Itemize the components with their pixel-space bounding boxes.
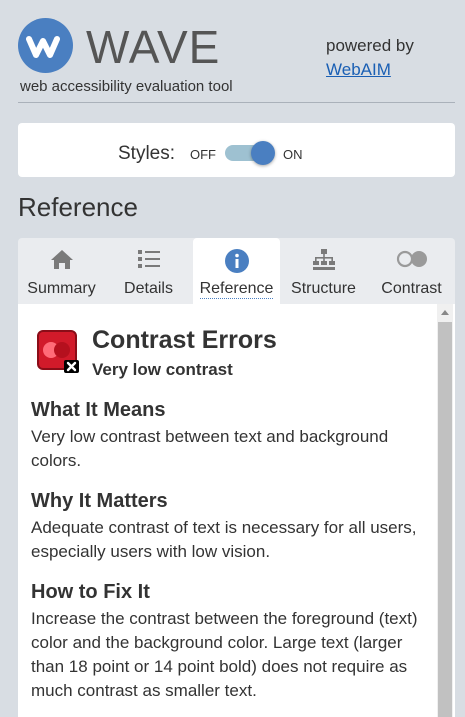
toggle-knob[interactable] [251,141,275,165]
scrollbar[interactable] [437,304,453,717]
reference-subtitle: Very low contrast [92,360,233,379]
powered-by-text: powered by [326,36,414,55]
styles-toggle-card: Styles: OFF ON [18,123,455,177]
hierarchy-icon [311,248,337,277]
contrast-error-icon [37,330,79,373]
what-it-means-text: Very low contrast between text and backg… [31,427,389,470]
styles-label: Styles: [118,143,176,164]
how-to-fix-text: Increase the contrast between the foregr… [31,609,418,700]
tab-structure-label: Structure [291,280,356,297]
tab-details[interactable]: Details [105,238,192,304]
why-it-matters-heading: Why It Matters [31,490,168,512]
tab-summary-label: Summary [27,280,96,297]
reference-title: Contrast Errors [92,326,277,354]
how-to-fix-heading: How to Fix It [31,581,150,603]
home-icon [49,248,75,275]
tab-structure[interactable]: Structure [280,238,367,304]
toggle-on-label: ON [283,147,303,162]
scrollbar-thumb[interactable] [438,322,452,717]
why-it-matters-text: Adequate contrast of text is necessary f… [31,518,417,561]
tab-reference[interactable]: Reference [193,238,280,304]
header-divider [18,102,455,103]
tab-reference-text: Reference [199,280,274,299]
logo-text: WAVE [86,21,221,73]
header: WAVE web accessibility evaluation tool p… [0,0,465,103]
what-it-means-heading: What It Means [31,399,166,421]
tab-contrast[interactable]: Contrast [368,238,455,304]
tab-details-label: Details [124,280,173,297]
webaim-link[interactable]: WebAIM [326,60,391,80]
info-icon [224,248,250,279]
tab-contrast-label: Contrast [381,280,442,297]
reference-panel: Contrast Errors Very low contrast What I… [18,304,455,717]
styles-toggle-switch[interactable] [225,141,275,165]
page-title: Reference [18,192,138,222]
panel-tabs: Summary Details Reference Structure Cont… [18,238,455,304]
tab-reference-label: Reference [193,280,280,299]
wave-logo-icon [18,18,73,73]
tab-summary[interactable]: Summary [18,238,105,304]
tagline: web accessibility evaluation tool [20,78,233,95]
scroll-up-arrow-icon[interactable] [441,310,449,315]
contrast-icon [395,248,429,275]
list-icon [136,248,162,275]
toggle-off-label: OFF [190,147,216,162]
